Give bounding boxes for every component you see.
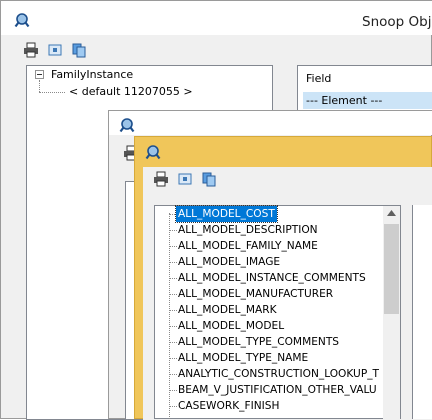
property-item[interactable]: ALL_MODEL_IMAGE — [178, 254, 280, 270]
tree-line — [170, 326, 177, 327]
property-item[interactable]: ALL_MODEL_MANUFACTURER — [178, 286, 333, 302]
tree-line — [170, 358, 177, 359]
tree-line — [39, 80, 40, 92]
title-bar[interactable] — [109, 111, 432, 135]
right-pane-edge[interactable] — [412, 205, 432, 419]
tree-line — [170, 310, 177, 311]
tree-node-child[interactable]: < default 11207055 > — [69, 84, 193, 99]
property-item[interactable]: BEAM_V_JUSTIFICATION_OTHER_VALU — [178, 382, 383, 398]
snoop-icon — [119, 118, 135, 133]
property-item[interactable]: ALL_MODEL_MODEL — [178, 318, 284, 334]
tree-collapse-icon[interactable] — [35, 70, 44, 79]
tree-line — [170, 294, 177, 295]
tree-line — [170, 262, 177, 263]
tree-line — [170, 230, 177, 231]
tree-line — [39, 92, 65, 93]
tree-line — [169, 213, 170, 419]
scrollbar-thumb[interactable] — [384, 224, 399, 314]
copy-icon[interactable] — [201, 171, 217, 187]
tree-line — [170, 406, 177, 407]
tree-node-root[interactable]: FamilyInstance — [51, 67, 133, 82]
copy-icon[interactable] — [71, 42, 87, 58]
print-icon[interactable] — [153, 171, 169, 187]
property-item[interactable]: ALL_MODEL_INSTANCE_COMMENTS — [178, 270, 366, 286]
property-item[interactable]: ALL_MODEL_FAMILY_NAME — [178, 238, 318, 254]
tree-line — [170, 390, 177, 391]
print-icon[interactable] — [23, 42, 39, 58]
property-item[interactable]: ALL_MODEL_DESCRIPTION — [178, 222, 318, 238]
field-row-label: --- Element --- — [306, 94, 383, 107]
property-item[interactable]: ALL_MODEL_TYPE_NAME — [178, 350, 308, 366]
snapshot-icon[interactable] — [177, 171, 193, 187]
window-title: Snoop Obj — [362, 14, 432, 30]
scroll-up-arrow-icon[interactable] — [387, 210, 396, 216]
snoop-icon — [145, 145, 161, 160]
property-item[interactable]: ANALYTIC_CONSTRUCTION_LOOKUP_T — [178, 366, 383, 382]
tree-line — [170, 342, 177, 343]
snapshot-icon[interactable] — [47, 42, 63, 58]
property-item-selected[interactable]: ALL_MODEL_COST — [175, 205, 278, 223]
property-item[interactable]: ALL_MODEL_TYPE_COMMENTS — [178, 334, 339, 350]
property-item[interactable]: CASEWORK_FINISH — [178, 398, 279, 414]
snoop-icon — [14, 13, 30, 28]
tree-line — [170, 246, 177, 247]
property-item[interactable]: ALL_MODEL_MARK — [178, 302, 277, 318]
tree-line — [170, 278, 177, 279]
field-column-header[interactable]: Field — [306, 71, 331, 86]
tree-line — [170, 374, 177, 375]
